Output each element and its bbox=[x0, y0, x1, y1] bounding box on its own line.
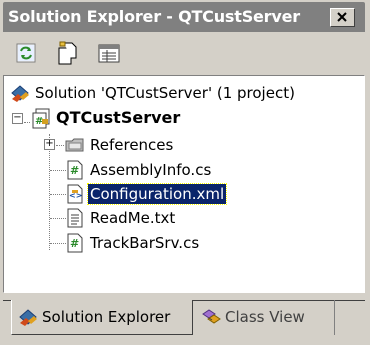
csharp-project-icon: # bbox=[32, 108, 50, 129]
show-all-files-icon bbox=[58, 41, 77, 65]
solution-explorer-window: Solution Explorer - QTCustServer Solutio… bbox=[0, 0, 370, 345]
tree-item-label: AssemblyInfo.cs bbox=[90, 161, 212, 179]
tab-solution-explorer[interactable]: Solution Explorer bbox=[11, 300, 193, 335]
tree-item-assemblyinfo[interactable]: # AssemblyInfo.cs bbox=[4, 159, 362, 181]
window-title: Solution Explorer - QTCustServer bbox=[8, 7, 300, 26]
title-bar[interactable]: Solution Explorer - QTCustServer bbox=[3, 2, 365, 32]
tree-item-label: QTCustServer bbox=[56, 108, 181, 127]
tab-label: Solution Explorer bbox=[42, 308, 171, 326]
plus-icon: + bbox=[45, 138, 54, 149]
collapse-toggle[interactable]: − bbox=[12, 113, 23, 124]
tab-class-view[interactable]: Class View bbox=[195, 300, 335, 335]
csharp-file-icon: # bbox=[67, 233, 83, 253]
tree-item-solution[interactable]: Solution 'QTCustServer' (1 project) bbox=[4, 82, 362, 104]
tree-item-project[interactable]: − # QTCustServer bbox=[4, 107, 362, 129]
tree-item-references[interactable]: + References bbox=[4, 134, 362, 156]
refresh-button[interactable] bbox=[11, 38, 41, 68]
svg-text:#: # bbox=[70, 237, 79, 250]
close-icon bbox=[337, 12, 347, 22]
tree-item-label: ReadMe.txt bbox=[90, 209, 176, 227]
csharp-file-icon: # bbox=[67, 160, 83, 180]
solution-icon bbox=[11, 85, 29, 102]
tree-item-label: Solution 'QTCustServer' (1 project) bbox=[35, 84, 295, 102]
tree-item-trackbarsrv[interactable]: # TrackBarSrv.cs bbox=[4, 232, 362, 254]
refresh-icon bbox=[16, 43, 36, 63]
properties-icon bbox=[98, 44, 120, 63]
minus-icon: − bbox=[13, 112, 22, 123]
toolbar bbox=[3, 33, 365, 73]
close-button[interactable] bbox=[330, 8, 355, 27]
svg-text:#: # bbox=[70, 164, 79, 177]
tab-strip: Solution Explorer Class View bbox=[3, 293, 365, 345]
tree-item-label: TrackBarSrv.cs bbox=[90, 234, 200, 252]
properties-button[interactable] bbox=[94, 38, 124, 68]
expand-toggle[interactable]: + bbox=[44, 139, 55, 150]
solution-tree: Solution 'QTCustServer' (1 project) − # … bbox=[3, 75, 365, 293]
text-file-icon bbox=[67, 208, 83, 228]
tree-item-label: Configuration.xml bbox=[86, 183, 228, 205]
tree-item-label: References bbox=[90, 136, 174, 154]
tree-item-readme[interactable]: ReadMe.txt bbox=[4, 207, 362, 229]
solution-icon bbox=[19, 309, 37, 326]
xml-file-icon: <> bbox=[67, 184, 83, 204]
references-folder-icon bbox=[65, 138, 84, 152]
tab-label: Class View bbox=[225, 308, 305, 326]
class-view-icon bbox=[202, 309, 221, 324]
show-all-files-button[interactable] bbox=[53, 38, 83, 68]
tree-item-configuration[interactable]: <> Configuration.xml bbox=[4, 183, 362, 205]
